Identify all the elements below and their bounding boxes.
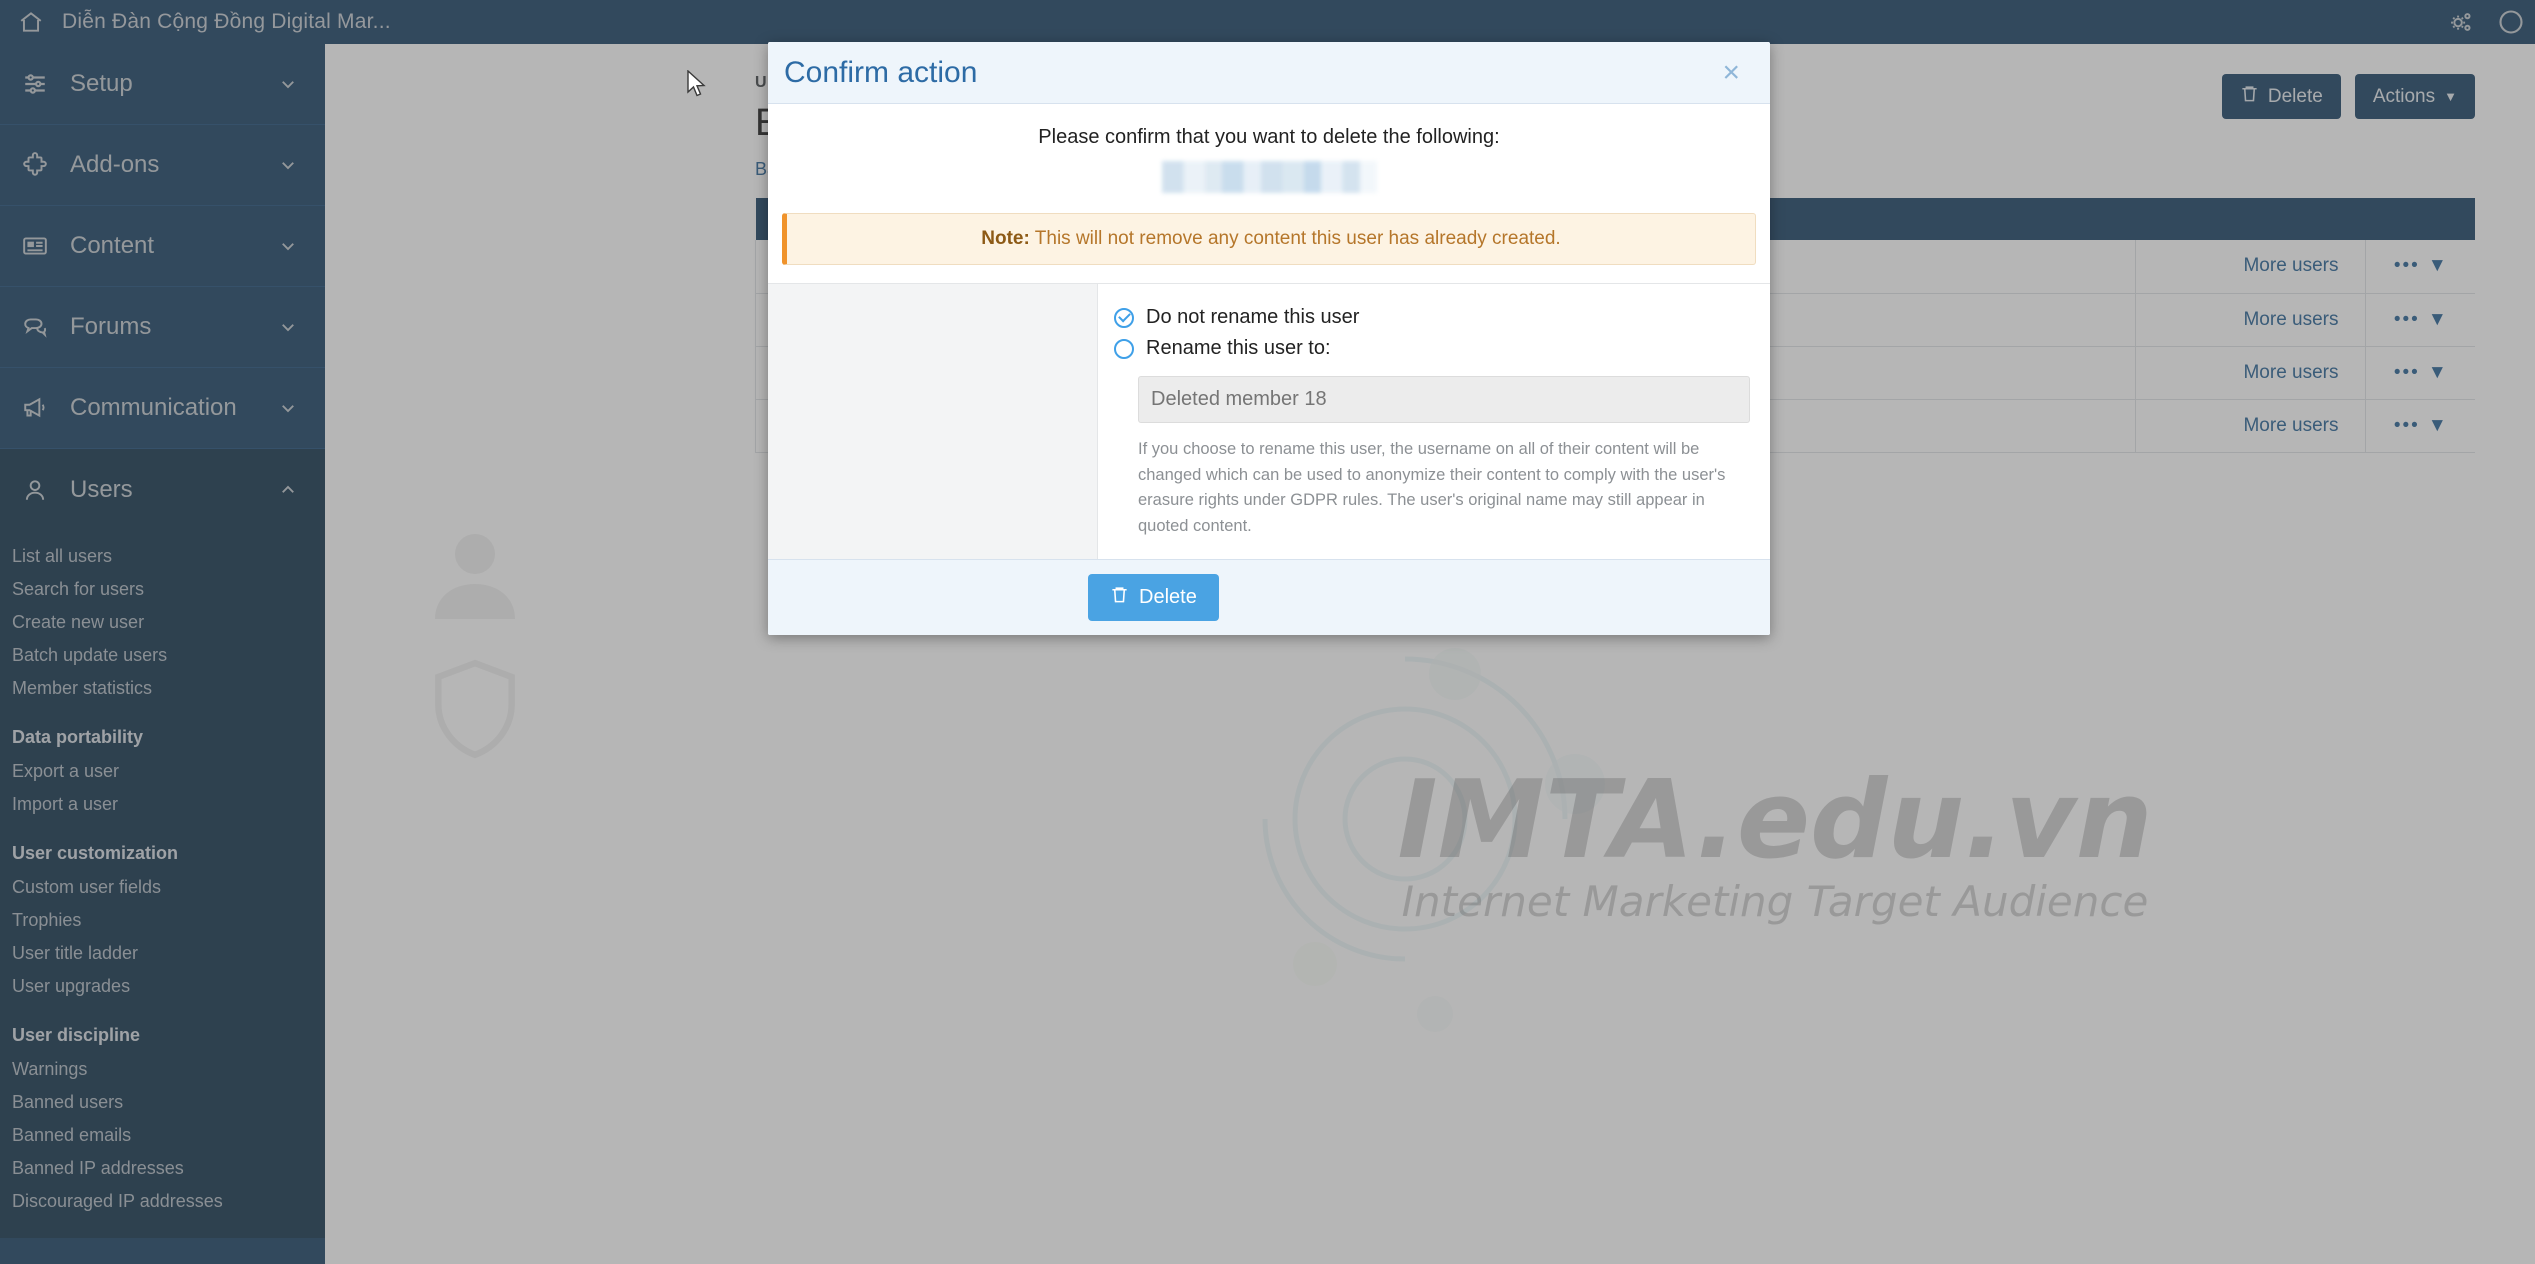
- modal-body: Please confirm that you want to delete t…: [768, 104, 1770, 560]
- modal-delete-button[interactable]: Delete: [1088, 574, 1219, 622]
- form-field-column: Do not rename this user Rename this user…: [1098, 284, 1770, 560]
- modal-title: Confirm action: [784, 55, 978, 89]
- radio-rename-user[interactable]: Rename this user to:: [1114, 333, 1750, 364]
- radio-unchecked-icon: [1114, 338, 1134, 359]
- modal-footer: Delete: [768, 559, 1770, 636]
- note-callout: Note: This will not remove any content t…: [782, 213, 1756, 265]
- modal-header: Confirm action ×: [768, 42, 1770, 104]
- confirm-action-modal: Confirm action × Please confirm that you…: [768, 42, 1770, 636]
- rename-input[interactable]: [1138, 376, 1750, 423]
- radio-do-not-rename[interactable]: Do not rename this user: [1114, 302, 1750, 333]
- redacted-username-wrap: [768, 161, 1770, 213]
- redacted-username: [1161, 161, 1377, 193]
- trash-icon: [1110, 585, 1129, 610]
- modal-delete-button-label: Delete: [1139, 586, 1197, 609]
- confirm-message: Please confirm that you want to delete t…: [1038, 126, 1500, 148]
- note-text: This will not remove any content this us…: [1034, 228, 1561, 249]
- rename-form-row: Do not rename this user Rename this user…: [768, 283, 1770, 560]
- note-label: Note:: [981, 228, 1030, 249]
- radio-checked-icon: [1114, 307, 1134, 328]
- rename-helper-text: If you choose to rename this user, the u…: [1138, 440, 1726, 535]
- radio-rename-user-label: Rename this user to:: [1146, 337, 1331, 359]
- radio-do-not-rename-label: Do not rename this user: [1146, 306, 1360, 328]
- form-label-column: [768, 284, 1098, 560]
- close-icon[interactable]: ×: [1714, 54, 1748, 92]
